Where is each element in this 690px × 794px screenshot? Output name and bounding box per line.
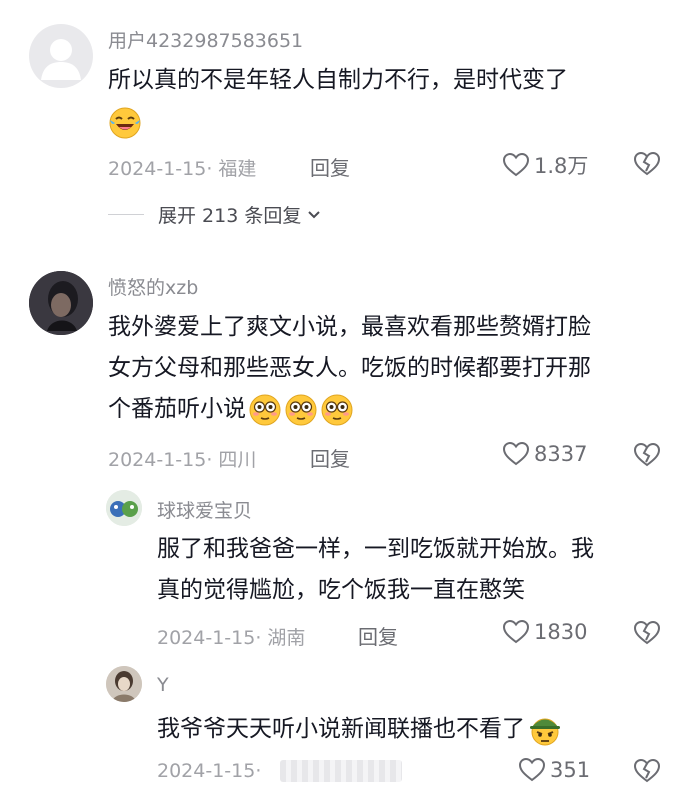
expand-replies-label: 展开 213 条回复 xyxy=(158,205,302,227)
flushed-emoji xyxy=(321,394,353,425)
comment-text-line: 女方父母和那些恶女人。吃饭的时候都要打开那 xyxy=(108,355,591,381)
like-button[interactable]: 1.8万 xyxy=(502,150,588,180)
avatar-photo xyxy=(106,666,142,702)
like-button[interactable]: 8337 xyxy=(502,441,587,467)
comment-username[interactable]: 愤怒的xzb xyxy=(108,273,198,300)
flushed-emoji xyxy=(285,394,317,425)
laughing-crying-emoji xyxy=(109,107,141,139)
broken-heart-icon[interactable] xyxy=(633,442,661,468)
comment-meta: 2024-1-15· 四川 xyxy=(108,449,257,471)
comment-meta: 2024-1-15· 福建 xyxy=(108,158,257,180)
like-count: 8337 xyxy=(534,442,588,466)
divider-line xyxy=(108,214,144,215)
comment-text-line: 我外婆爱上了爽文小说，最喜欢看那些赘婿打脸 xyxy=(108,314,591,340)
reply-button[interactable]: 回复 xyxy=(310,443,350,472)
broken-heart-icon[interactable] xyxy=(633,620,661,646)
comment-username[interactable]: Y xyxy=(157,674,169,696)
heart-icon xyxy=(502,441,530,466)
comment-text-line: 个番茄听小说 xyxy=(108,396,246,422)
heart-icon xyxy=(518,757,546,782)
comment-meta: 2024-1-15· 湖南 xyxy=(157,627,306,649)
comment-text: 所以真的不是年轻人自制力不行，是时代变了 xyxy=(108,67,568,93)
comment-username[interactable]: 球球爱宝贝 xyxy=(157,496,252,523)
avatar-photo xyxy=(29,271,93,335)
soldier-helmet-emoji xyxy=(530,718,560,745)
like-button[interactable]: 351 xyxy=(518,757,590,783)
broken-heart-icon[interactable] xyxy=(633,151,661,177)
default-avatar[interactable] xyxy=(29,24,93,88)
broken-heart-icon[interactable] xyxy=(633,758,661,784)
comment-text-line: 我爷爷天天听小说新闻联播也不看了 xyxy=(157,709,563,750)
heart-icon xyxy=(502,619,530,644)
like-count: 1830 xyxy=(534,620,588,644)
like-count: 351 xyxy=(550,758,591,782)
user-avatar[interactable] xyxy=(106,666,142,702)
comment-meta: 2024-1-15· xyxy=(157,760,262,782)
comment-text-line: 个番茄听小说 xyxy=(108,389,354,430)
comment-1: 用户4232987583651 所以真的不是年轻人自制力不行，是时代变了 202… xyxy=(0,0,690,240)
user-avatar[interactable] xyxy=(106,490,142,526)
like-button[interactable]: 1830 xyxy=(502,619,587,645)
chevron-down-icon xyxy=(308,210,321,218)
comment-text-line: 真的觉得尴尬，吃个饭我一直在憨笑 xyxy=(157,577,525,603)
person-silhouette-icon xyxy=(41,39,81,80)
like-count: 1.8万 xyxy=(534,154,589,178)
comment-text: 我爷爷天天听小说新闻联播也不看了 xyxy=(157,716,525,742)
flushed-emoji xyxy=(249,394,281,425)
reply-button[interactable]: 回复 xyxy=(358,621,398,650)
heart-icon xyxy=(502,152,530,177)
redacted-location-bar xyxy=(280,760,402,782)
user-avatar[interactable] xyxy=(29,271,93,335)
expand-replies-button[interactable]: 展开 213 条回复 xyxy=(108,201,323,228)
reply-button[interactable]: 回复 xyxy=(310,152,350,181)
comment-text-line: 服了和我爸爸一样，一到吃饭就开始放。我 xyxy=(157,536,594,562)
comment-username[interactable]: 用户4232987583651 xyxy=(108,26,303,53)
avatar-photo xyxy=(106,490,142,526)
